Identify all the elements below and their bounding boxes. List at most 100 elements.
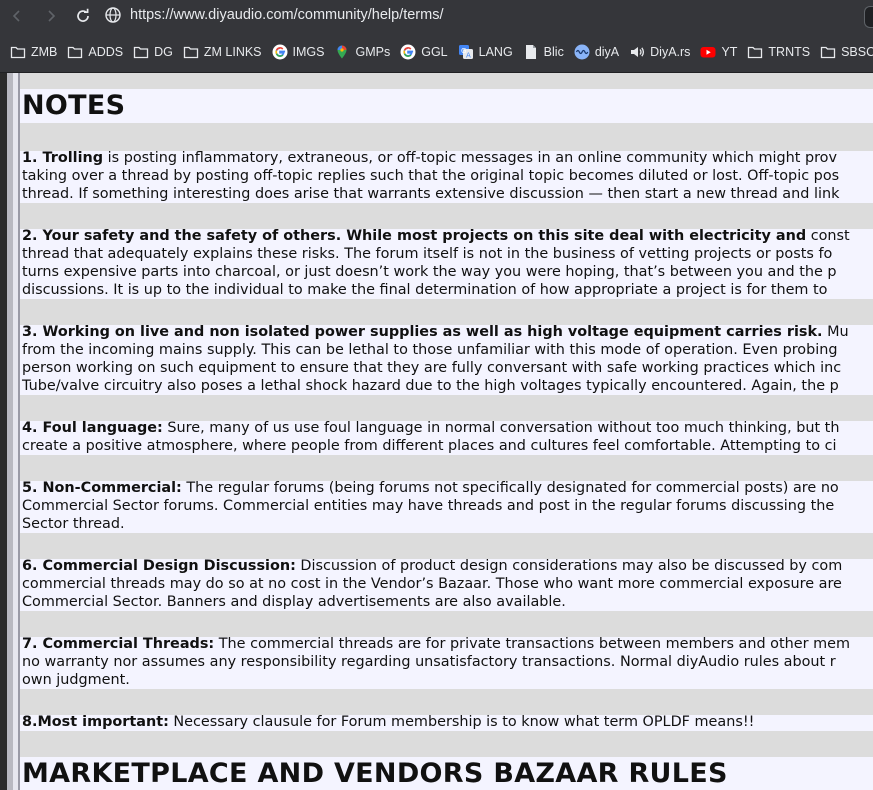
- address-bar[interactable]: https://www.diyaudio.com/community/help/…: [104, 4, 864, 26]
- bookmark-label: ZM LINKS: [203, 45, 262, 59]
- note-text: commercial threads may do so at no cost …: [22, 576, 842, 592]
- page-viewport: NOTES 1. Trolling is posting inflammator…: [0, 73, 873, 790]
- note-title: 6. Commercial Design Discussion:: [22, 558, 296, 574]
- note-text: create a positive atmosphere, where peop…: [22, 438, 837, 454]
- note-text: turns expensive parts into charcoal, or …: [22, 264, 837, 280]
- document-icon: [523, 44, 539, 60]
- note-text: The regular forums (being forums not spe…: [181, 480, 839, 496]
- note-line: taking over a thread by posting off-topi…: [22, 167, 839, 185]
- url-text: https://www.diyaudio.com/community/help/…: [130, 7, 444, 23]
- folder-icon: [67, 44, 83, 60]
- note-line: 4. Foul language: Sure, many of us use f…: [22, 419, 839, 437]
- note-title: 1. Trolling: [22, 150, 104, 166]
- note-line: Commercial Sector forums. Commercial ent…: [22, 497, 839, 515]
- translate-icon: GA: [458, 44, 474, 60]
- note-line: discussions. It is up to the individual …: [22, 281, 850, 299]
- bookmark-sbscrb[interactable]: SBSCRB: [815, 38, 873, 66]
- note-1: 1. Trolling is posting inflammatory, ext…: [22, 149, 839, 203]
- note-line: no warranty nor assumes any responsibili…: [22, 653, 850, 671]
- bookmark-dg[interactable]: DG: [128, 38, 178, 66]
- folder-icon: [820, 44, 836, 60]
- forward-button[interactable]: [40, 5, 62, 27]
- note-text: Necessary clausule for Forum membership …: [168, 714, 755, 730]
- bookmark-diya[interactable]: diyA: [569, 38, 624, 66]
- bookmark-diya-rs[interactable]: DiyA.rs: [624, 38, 695, 66]
- note-text: Mu: [822, 324, 849, 340]
- note-text: Commercial Sector. Banners and display a…: [22, 594, 566, 610]
- bookmark-lang[interactable]: G A LANG: [453, 38, 518, 66]
- youtube-icon: [700, 44, 716, 60]
- google-icon: [400, 44, 416, 60]
- note-text: Tube/valve circuitry also poses a lethal…: [22, 378, 839, 394]
- note-line: person working on such equipment to ensu…: [22, 359, 849, 377]
- toolbar-edge: [864, 6, 873, 28]
- note-4: 4. Foul language: Sure, many of us use f…: [22, 419, 839, 455]
- bookmark-label: Blic: [543, 45, 564, 59]
- row-stripe: [20, 611, 873, 637]
- note-text: taking over a thread by posting off-topi…: [22, 168, 840, 184]
- reload-button[interactable]: [72, 5, 94, 27]
- bookmark-yt[interactable]: YT: [695, 38, 742, 66]
- note-text: Discussion of product design considerati…: [295, 558, 843, 574]
- note-line: 6. Commercial Design Discussion: Discuss…: [22, 557, 842, 575]
- bookmark-blic[interactable]: Blic: [518, 38, 569, 66]
- forward-arrow-icon: [48, 10, 56, 22]
- note-text: Commercial Sector forums. Commercial ent…: [22, 498, 835, 514]
- bookmarks-bar: ZMB ADDS DG ZM LINKS IMGS GMPs GGL G A LANG Blic di…: [0, 32, 873, 73]
- note-line: Tube/valve circuitry also poses a lethal…: [22, 377, 849, 395]
- note-text: thread. If something interesting does ar…: [22, 186, 840, 202]
- row-stripe: [20, 123, 873, 151]
- bookmark-trnts[interactable]: TRNTS: [742, 38, 815, 66]
- bookmark-imgs[interactable]: IMGS: [267, 38, 330, 66]
- note-line: thread. If something interesting does ar…: [22, 185, 839, 203]
- note-line: 3. Working on live and non isolated powe…: [22, 323, 849, 341]
- note-3: 3. Working on live and non isolated powe…: [22, 323, 849, 395]
- back-arrow-icon: [12, 10, 20, 22]
- row-stripe: [20, 299, 873, 325]
- bookmark-ggl[interactable]: GGL: [395, 38, 452, 66]
- folder-icon: [10, 44, 26, 60]
- row-stripe: [20, 73, 873, 89]
- row-stripe: [20, 533, 873, 559]
- note-text: Sure, many of us use foul language in no…: [162, 420, 840, 436]
- note-title: 2. Your safety and the safety of others.…: [22, 228, 807, 244]
- bookmark-label: ZMB: [31, 45, 58, 59]
- row-stripe: [20, 203, 873, 229]
- row-stripe: [20, 455, 873, 481]
- note-line: turns expensive parts into charcoal, or …: [22, 263, 850, 281]
- notes-heading: NOTES: [22, 90, 126, 121]
- note-text: person working on such equipment to ensu…: [22, 360, 842, 376]
- svg-text:A: A: [466, 52, 471, 60]
- note-line: Sector thread.: [22, 515, 839, 533]
- reload-icon: [77, 8, 89, 22]
- bookmark-label: DG: [154, 45, 173, 59]
- note-line: 1. Trolling is posting inflammatory, ext…: [22, 149, 839, 167]
- bookmark-label: DiyA.rs: [650, 45, 691, 59]
- bookmark-zm-links[interactable]: ZM LINKS: [178, 38, 267, 66]
- note-text: The commercial threads are for private t…: [214, 636, 850, 652]
- note-text: own judgment.: [22, 672, 130, 688]
- note-line: 5. Non-Commercial: The regular forums (b…: [22, 479, 839, 497]
- google-icon: [272, 44, 288, 60]
- note-6: 6. Commercial Design Discussion: Discuss…: [22, 557, 842, 611]
- note-title: 7. Commercial Threads:: [22, 636, 215, 652]
- bookmark-zmb[interactable]: ZMB: [5, 38, 62, 66]
- row-stripe: [20, 395, 873, 421]
- row-stripe: [20, 689, 873, 715]
- back-button[interactable]: [6, 5, 28, 27]
- note-8: 8.Most important: Necessary clausule for…: [22, 713, 754, 731]
- bookmark-label: LANG: [478, 45, 513, 59]
- browser-toolbar: https://www.diyaudio.com/community/help/…: [0, 0, 873, 32]
- bookmark-gmps[interactable]: GMPs: [329, 38, 395, 66]
- row-stripe: [20, 731, 873, 757]
- note-line: 7. Commercial Threads: The commercial th…: [22, 635, 850, 653]
- note-title: 8.Most important:: [22, 714, 169, 730]
- note-text: discussions. It is up to the individual …: [22, 282, 828, 298]
- left-border: [0, 73, 7, 790]
- note-text: is posting inflammatory, extraneous, or …: [103, 150, 837, 166]
- speaker-icon: [629, 44, 645, 60]
- bookmark-adds[interactable]: ADDS: [62, 38, 128, 66]
- note-2: 2. Your safety and the safety of others.…: [22, 227, 850, 299]
- note-text: thread that adequately explains these ri…: [22, 246, 833, 262]
- marketplace-heading: MARKETPLACE AND VENDORS BAZAAR RULES: [22, 758, 728, 789]
